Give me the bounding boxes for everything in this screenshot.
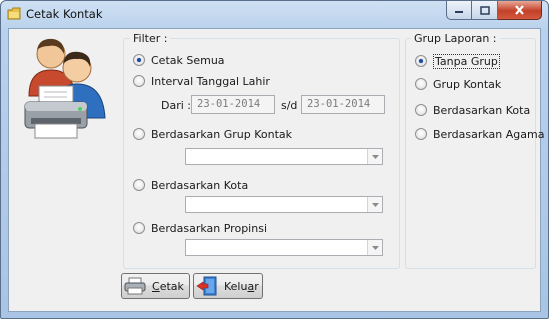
dropdown-arrow-icon bbox=[371, 245, 379, 250]
cetak-button-label: Cetak bbox=[152, 280, 184, 293]
minimize-button[interactable] bbox=[446, 1, 472, 20]
radio-label-cetak-semua: Cetak Semua bbox=[151, 53, 225, 67]
close-icon bbox=[515, 5, 524, 15]
grup-laporan-title: Grup Laporan : bbox=[411, 32, 500, 45]
close-button[interactable] bbox=[498, 1, 542, 20]
radio-berdasarkan-agama[interactable]: Berdasarkan Agama bbox=[415, 127, 544, 141]
radio-label-agama: Berdasarkan Agama bbox=[433, 127, 545, 141]
radio-button-tanpa-grup[interactable] bbox=[415, 55, 427, 67]
contacts-printer-icon bbox=[24, 38, 106, 139]
radio-label-kota-laporan: Berdasarkan Kota bbox=[433, 103, 531, 117]
sd-label: s/d bbox=[281, 99, 298, 112]
radio-interval-tanggal-lahir[interactable]: Interval Tanggal Lahir bbox=[133, 74, 270, 88]
window-title: Cetak Kontak bbox=[26, 7, 103, 21]
radio-berdasarkan-kota-laporan[interactable]: Berdasarkan Kota bbox=[415, 103, 530, 117]
radio-berdasarkan-kota[interactable]: Berdasarkan Kota bbox=[133, 178, 248, 192]
radio-label-kota: Berdasarkan Kota bbox=[151, 178, 249, 192]
exit-door-icon bbox=[196, 276, 217, 296]
cetak-mnemonic: C bbox=[152, 279, 160, 293]
radio-button-kota-laporan[interactable] bbox=[415, 104, 427, 116]
keluar-first: Kelu bbox=[224, 279, 248, 293]
kota-dropdown-button[interactable] bbox=[367, 197, 382, 212]
radio-button-cetak-semua[interactable] bbox=[133, 54, 145, 66]
radio-button-propinsi[interactable] bbox=[133, 222, 145, 234]
propinsi-dropdown-button[interactable] bbox=[367, 240, 382, 255]
radio-button-kota[interactable] bbox=[133, 179, 145, 191]
radio-button-grup-kontak[interactable] bbox=[133, 128, 145, 140]
radio-button-grup-kontak-laporan[interactable] bbox=[415, 78, 427, 90]
radio-berdasarkan-propinsi[interactable]: Berdasarkan Propinsi bbox=[133, 221, 267, 235]
cetak-rest: etak bbox=[159, 279, 184, 293]
radio-label-propinsi: Berdasarkan Propinsi bbox=[151, 221, 267, 235]
radio-button-interval-tanggal-lahir[interactable] bbox=[133, 75, 145, 87]
maximize-icon bbox=[479, 5, 490, 15]
radio-berdasarkan-grup-kontak[interactable]: Berdasarkan Grup Kontak bbox=[133, 127, 292, 141]
maximize-button[interactable] bbox=[472, 1, 498, 20]
grup-kontak-dropdown-button[interactable] bbox=[367, 149, 382, 164]
keluar-rest: r bbox=[254, 279, 259, 293]
kota-combobox[interactable] bbox=[185, 196, 383, 213]
keluar-button[interactable]: Keluar bbox=[193, 273, 263, 299]
dropdown-arrow-icon bbox=[371, 154, 379, 159]
radio-tanpa-grup[interactable]: Tanpa Grup bbox=[415, 53, 500, 69]
folder-icon bbox=[7, 7, 21, 20]
filter-group-title: Filter : bbox=[130, 32, 171, 45]
radio-label-grup-kontak-laporan: Grup Kontak bbox=[433, 77, 502, 91]
radio-label-tanpa-grup: Tanpa Grup bbox=[433, 53, 500, 69]
sd-date-input[interactable]: 23-01-2014 bbox=[301, 95, 385, 114]
caption-buttons bbox=[446, 1, 542, 20]
radio-button-agama[interactable] bbox=[415, 128, 427, 140]
dari-date-input[interactable]: 23-01-2014 bbox=[191, 95, 275, 114]
dropdown-arrow-icon bbox=[371, 202, 379, 207]
radio-grup-kontak[interactable]: Grup Kontak bbox=[415, 77, 501, 91]
cetak-kontak-window: Cetak Kontak Filter: Cetak Semua Interv… bbox=[0, 0, 549, 319]
radio-label-interval-tanggal-lahir: Interval Tanggal Lahir bbox=[151, 74, 270, 88]
client-area: Filter : Cetak Semua Interval Tanggal La… bbox=[8, 28, 544, 312]
keluar-button-label: Keluar bbox=[224, 280, 259, 293]
minimize-icon bbox=[455, 11, 463, 13]
cetak-button[interactable]: Cetak bbox=[121, 273, 190, 299]
radio-cetak-semua[interactable]: Cetak Semua bbox=[133, 53, 225, 67]
radio-label-grup-kontak: Berdasarkan Grup Kontak bbox=[151, 127, 293, 141]
title-bar[interactable]: Cetak Kontak bbox=[1, 1, 548, 27]
grup-laporan-group: Grup Laporan : bbox=[405, 32, 536, 269]
propinsi-combobox[interactable] bbox=[185, 239, 383, 256]
dari-label: Dari : bbox=[161, 99, 191, 112]
printer-icon bbox=[124, 277, 146, 295]
grup-kontak-combobox[interactable] bbox=[185, 148, 383, 165]
